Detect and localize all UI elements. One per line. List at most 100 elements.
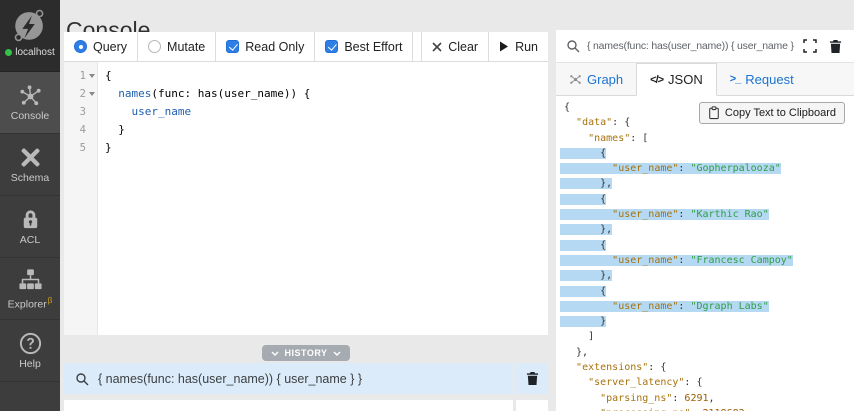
query-editor[interactable]: 1 { 2 names(func: has(user_name)) { — [64, 62, 548, 335]
sidebar-item-explorer[interactable]: Explorerβ — [0, 258, 60, 320]
line-number: 4 — [80, 121, 86, 139]
clipboard-icon — [708, 106, 720, 120]
json-line: "user_name": "Francesc Campoy" — [564, 253, 854, 268]
code-icon: </> — [650, 74, 663, 86]
history-toggle-button[interactable]: HISTORY — [262, 345, 349, 361]
sidebar-item-label: Schema — [11, 173, 50, 184]
json-line: }, — [564, 345, 854, 360]
code-text: } — [105, 139, 112, 157]
ratel-console-app: localhost Console Sche — [0, 0, 854, 411]
acl-lock-icon — [18, 207, 43, 232]
json-line: }, — [564, 222, 854, 237]
server-label: localhost — [5, 47, 54, 58]
json-line: "user_name": "Gopherpalooza" — [564, 161, 854, 176]
results-panel: { names(func: has(user_name)) { user_nam… — [556, 30, 854, 411]
close-icon — [432, 42, 442, 52]
history-item-partial[interactable] — [64, 400, 548, 411]
trash-icon — [526, 371, 539, 386]
delete-result-button[interactable] — [826, 37, 844, 55]
json-result-viewer[interactable]: { "data": { "names": [ { — [556, 96, 854, 411]
json-line: }, — [564, 176, 854, 191]
tab-json[interactable]: </> JSON — [636, 63, 717, 96]
sidebar-item-console[interactable]: Console — [0, 72, 60, 134]
json-line: "user_name": "Karthic Rao" — [564, 207, 854, 222]
server-status[interactable]: localhost — [0, 0, 60, 72]
beta-badge: β — [48, 296, 53, 305]
fold-chevron-down-icon[interactable] — [86, 85, 97, 103]
sidebar-item-schema[interactable]: Schema — [0, 134, 60, 196]
history-item-query[interactable]: { names(func: has(user_name)) { user_nam… — [64, 363, 513, 394]
search-icon — [75, 372, 89, 386]
play-icon — [499, 41, 509, 52]
help-icon — [18, 331, 43, 356]
tab-graph[interactable]: Graph — [556, 63, 636, 95]
json-line: } — [564, 314, 854, 329]
fold-chevron-down-icon[interactable] — [86, 67, 97, 85]
editor-code: 1 { 2 names(func: has(user_name)) { — [64, 67, 548, 157]
code-text: } — [105, 121, 125, 139]
sidebar-item-acl[interactable]: ACL — [0, 196, 60, 258]
json-line: "user_name": "Dgraph Labs" — [564, 299, 854, 314]
clear-button[interactable]: Clear — [421, 32, 488, 61]
editor-code-line: 1 { — [64, 67, 548, 85]
editor-code-line: 5 } — [64, 139, 548, 157]
results-tabs: Graph </> JSON >_ Request — [556, 63, 854, 96]
json-line: { — [564, 192, 854, 207]
radio-selected-icon — [74, 40, 87, 53]
json-line: "parsing_ns": 6291, — [564, 391, 854, 406]
sidebar-item-label: Help — [19, 359, 41, 370]
chevron-down-icon — [271, 351, 279, 356]
editor-code-line: 4 } — [64, 121, 548, 139]
mutate-mode-radio[interactable]: Mutate — [138, 32, 216, 61]
schema-icon — [18, 145, 43, 170]
chevron-down-icon — [333, 351, 341, 356]
json-line: "server_latency": { — [564, 375, 854, 390]
json-line: { — [564, 284, 854, 299]
graph-icon — [569, 73, 582, 86]
query-mode-radio[interactable]: Query — [64, 32, 138, 61]
json-line: "extensions": { — [564, 360, 854, 375]
query-panel: Query Mutate Read Only Best Effort Cle — [64, 32, 548, 411]
sidebar: localhost Console Sche — [0, 0, 60, 411]
dgraph-logo-icon — [9, 4, 51, 46]
history-item: { names(func: has(user_name)) { user_nam… — [64, 363, 548, 394]
connection-status-dot — [5, 49, 12, 56]
line-number: 3 — [80, 103, 86, 121]
best-effort-checkbox[interactable]: Best Effort — [315, 32, 413, 61]
json-line: { — [564, 238, 854, 253]
query-toolbar: Query Mutate Read Only Best Effort Cle — [64, 32, 548, 62]
sidebar-item-label: Console — [11, 111, 50, 122]
line-number: 5 — [80, 139, 86, 157]
explorer-sitemap-icon — [18, 267, 43, 292]
sidebar-item-label: ACL — [20, 235, 40, 246]
tab-request[interactable]: >_ Request — [717, 63, 807, 95]
history-item-delete-button[interactable] — [516, 363, 548, 394]
console-icon — [18, 83, 43, 108]
editor-code-line: 2 names(func: has(user_name)) { — [64, 85, 548, 103]
sidebar-item-help[interactable]: Help — [0, 320, 60, 382]
code-text: user_name — [105, 103, 191, 121]
toolbar-spacer — [413, 32, 421, 61]
run-button[interactable]: Run — [488, 32, 548, 61]
copy-to-clipboard-button[interactable]: Copy Text to Clipboard — [699, 102, 845, 124]
json-line: { — [564, 146, 854, 161]
json-line: "processing_ns": 2118682, — [564, 406, 854, 411]
code-text: { — [105, 67, 112, 85]
search-icon — [566, 39, 580, 53]
json-line: ] — [564, 329, 854, 344]
json-line: }, — [564, 268, 854, 283]
json-lines: { "data": { "names": [ { — [564, 100, 854, 411]
checkbox-checked-icon — [325, 40, 338, 53]
radio-unselected-icon — [148, 40, 161, 53]
executed-query-text: { names(func: has(user_name)) { user_nam… — [587, 40, 794, 52]
sidebar-item-label: Explorerβ — [8, 295, 53, 311]
checkbox-checked-icon — [226, 40, 239, 53]
history-toggle-row: HISTORY — [64, 345, 548, 361]
fullscreen-button[interactable] — [801, 37, 819, 55]
terminal-icon: >_ — [730, 73, 741, 85]
code-text: names(func: has(user_name)) { — [105, 85, 310, 103]
json-line: "names": [ — [564, 131, 854, 146]
editor-code-line: 3 user_name — [64, 103, 548, 121]
fullscreen-icon — [803, 39, 817, 53]
read-only-checkbox[interactable]: Read Only — [216, 32, 315, 61]
